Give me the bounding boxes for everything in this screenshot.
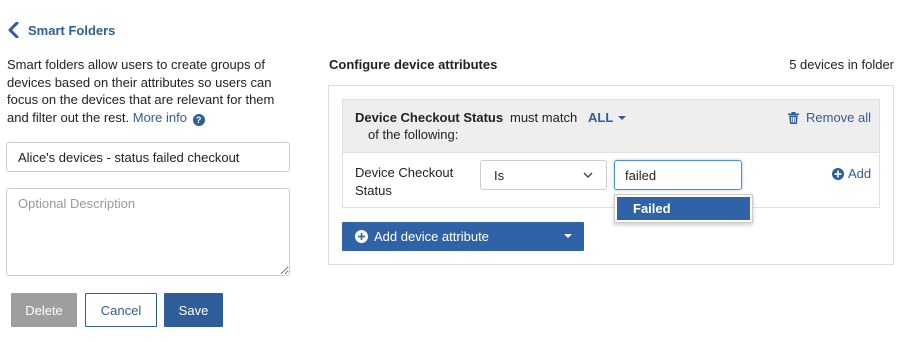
add-condition-button[interactable]: Add	[832, 166, 871, 181]
chevron-down-icon	[583, 172, 593, 178]
trash-icon	[788, 111, 799, 124]
add-device-attribute-button[interactable]: Add device attribute	[342, 222, 584, 251]
intro-text-block: Smart folders allow users to create grou…	[7, 56, 292, 126]
description-field[interactable]	[6, 188, 290, 276]
question-circle-icon[interactable]: ?	[192, 113, 205, 126]
delete-button[interactable]: Delete	[11, 293, 77, 327]
plus-circle-icon	[832, 167, 844, 180]
device-count: 5 devices in folder	[789, 57, 894, 72]
add-label: Add	[848, 166, 872, 181]
caret-down-icon	[564, 234, 572, 238]
of-following-text: of the following:	[368, 127, 459, 142]
back-link[interactable]: Smart Folders	[8, 22, 115, 38]
match-mode-dropdown[interactable]: ALL	[588, 110, 627, 125]
remove-all-label: Remove all	[806, 110, 872, 125]
rule-attribute-name: Device Checkout Status	[355, 110, 504, 125]
config-title: Configure device attributes	[329, 57, 498, 72]
match-mode-label: ALL	[588, 110, 614, 125]
must-match-text: must match	[510, 110, 578, 125]
suggestion-dropdown: Failed	[614, 194, 753, 223]
caret-down-icon	[618, 116, 627, 120]
cancel-button[interactable]: Cancel	[85, 293, 157, 327]
back-label: Smart Folders	[28, 22, 116, 38]
folder-name-input[interactable]	[6, 142, 290, 172]
remove-all-button[interactable]: Remove all	[788, 110, 871, 125]
more-info-link[interactable]: More info	[133, 110, 187, 125]
operator-value: Is	[494, 167, 505, 183]
condition-value-input[interactable]	[614, 160, 742, 190]
chevron-left-icon	[8, 22, 19, 38]
save-button[interactable]: Save	[164, 293, 223, 327]
operator-select[interactable]: Is	[480, 160, 607, 190]
plus-circle-icon	[355, 230, 368, 243]
rule-header	[342, 99, 880, 152]
condition-label: Device Checkout Status	[355, 165, 454, 198]
suggestion-item[interactable]: Failed	[617, 197, 750, 220]
add-device-attribute-label: Add device attribute	[374, 229, 489, 244]
